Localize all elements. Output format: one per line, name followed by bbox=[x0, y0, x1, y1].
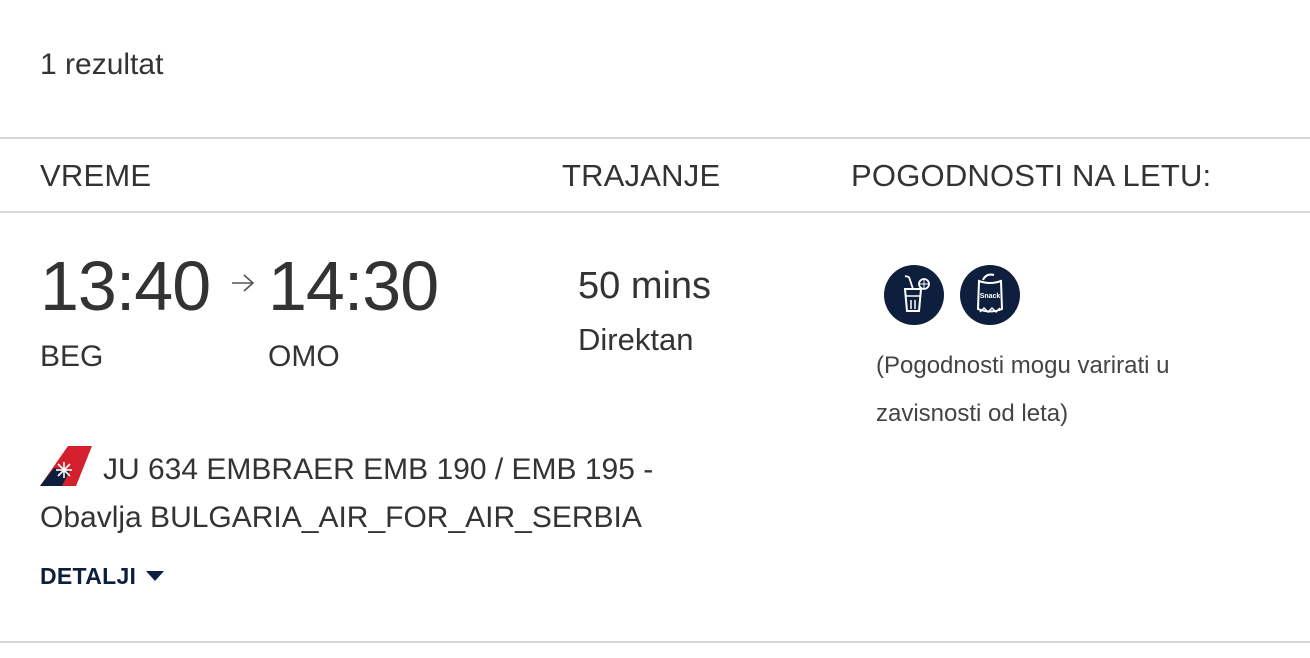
arrow-right-icon bbox=[232, 274, 255, 292]
divider-top bbox=[0, 137, 1310, 139]
operated-by: Obavlja BULGARIA_AIR_FOR_AIR_SERBIA bbox=[40, 501, 642, 534]
drink-icon bbox=[884, 265, 944, 325]
details-toggle[interactable]: DETALJI bbox=[40, 563, 165, 590]
flight-stops: Direktan bbox=[578, 322, 694, 357]
details-label[interactable]: DETALJI bbox=[40, 563, 136, 589]
flight-number: JU 634 bbox=[103, 453, 199, 486]
snack-label: Snack bbox=[980, 293, 1001, 300]
flight-separator: - bbox=[643, 453, 654, 486]
caret-down-icon[interactable] bbox=[146, 571, 165, 581]
flight-duration: 50 mins bbox=[578, 265, 712, 307]
divider-header bbox=[0, 211, 1310, 213]
departure-time: 13:40 bbox=[40, 247, 211, 325]
snack-icon: Snack bbox=[960, 265, 1020, 325]
results-count: 1 rezultat bbox=[40, 48, 164, 81]
amenities-note: (Pogodnosti mogu varirati u zavisnosti o… bbox=[876, 352, 1170, 427]
arrival-time: 14:30 bbox=[268, 247, 439, 325]
departure-airport: BEG bbox=[40, 340, 104, 373]
divider-bottom bbox=[0, 641, 1310, 643]
aircraft-type: EMBRAER EMB 190 / EMB 195 bbox=[206, 453, 635, 486]
flight-info: JU 634 EMBRAER EMB 190 / EMB 195 - Obavl… bbox=[40, 446, 720, 542]
column-header-time: VREME bbox=[40, 158, 152, 193]
arrival-airport: OMO bbox=[268, 340, 340, 373]
column-header-duration: TRAJANJE bbox=[562, 158, 721, 193]
column-header-amenities: POGODNOSTI NA LETU: bbox=[851, 158, 1212, 193]
